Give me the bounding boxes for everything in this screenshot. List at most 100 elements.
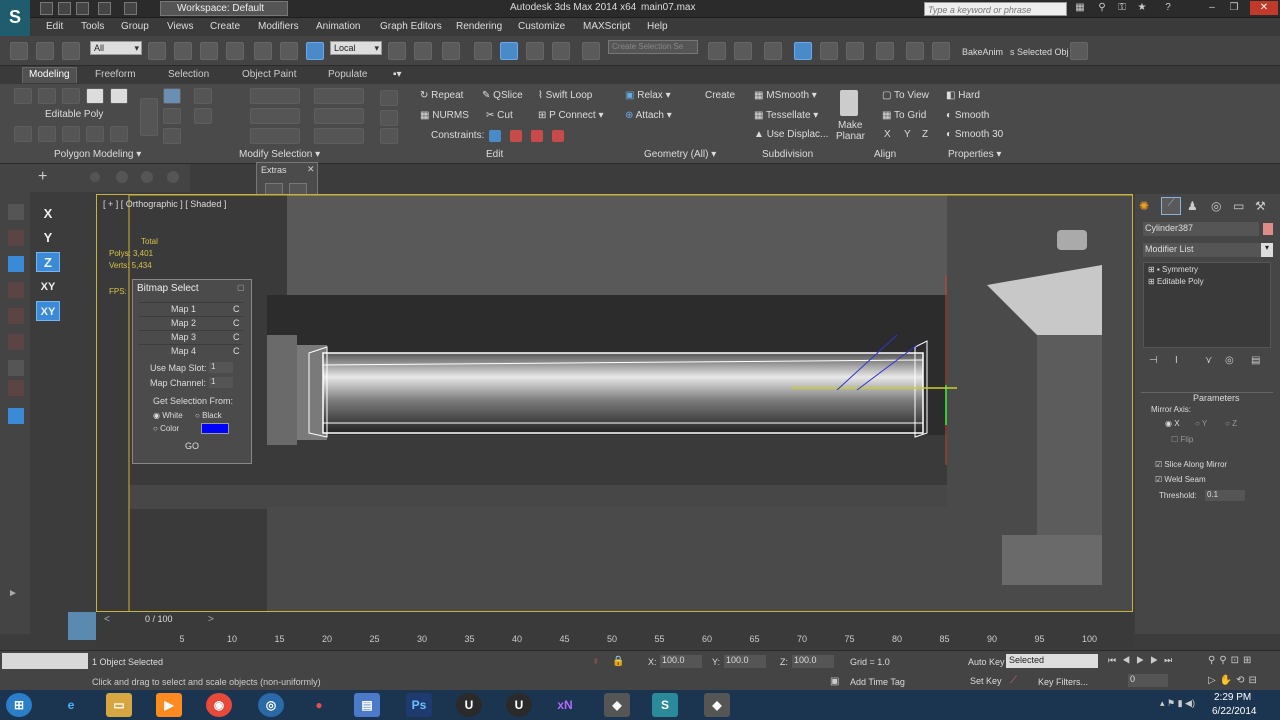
hierarchy-tab-icon[interactable]: ♟ — [1187, 199, 1198, 213]
close-icon[interactable]: ✕ — [1250, 1, 1278, 15]
viewport-nav-controls-2[interactable]: ▷✋⟲⊟ — [1208, 675, 1261, 686]
start-button-icon[interactable]: ⊞ — [6, 693, 32, 717]
time-tag-icon[interactable]: ▣ — [830, 676, 839, 687]
maxscript-listener[interactable] — [2, 653, 88, 669]
snap-dot-2-icon[interactable] — [116, 171, 128, 183]
properties-panel-title[interactable]: Properties ▾ — [948, 149, 1001, 160]
axis-x-radio[interactable]: ◉ X — [1165, 419, 1180, 428]
time-slider-frame[interactable]: 0 / 100 — [145, 614, 173, 624]
graphite-ribbon-icon[interactable] — [794, 42, 812, 60]
internet-explorer-icon[interactable]: e — [58, 693, 84, 717]
modeling-tool-3-icon[interactable] — [62, 126, 80, 142]
pivot-center-icon[interactable] — [388, 42, 406, 60]
map-1-row[interactable]: Map 1 C — [139, 302, 243, 315]
cut-button[interactable]: ✂ Cut — [486, 110, 513, 121]
pin-stack-icon[interactable] — [163, 128, 181, 144]
map-4-row[interactable]: Map 4 C — [139, 344, 243, 357]
save-file-icon[interactable] — [76, 2, 89, 15]
app-red-icon[interactable]: ● — [306, 693, 332, 717]
make-planar-icon[interactable] — [840, 90, 858, 116]
menu-customize[interactable]: Customize — [518, 21, 565, 32]
schematic-view-icon[interactable] — [846, 42, 864, 60]
dot-gap-icon[interactable] — [314, 128, 364, 144]
edit-extra-icon[interactable] — [380, 128, 398, 144]
smooth30-button[interactable]: ◐ Smooth 30 — [946, 129, 1003, 140]
object-color-swatch[interactable] — [1263, 223, 1273, 235]
msmooth-button[interactable]: ▦ MSmooth ▾ — [754, 90, 817, 101]
tool-magnet-3-icon[interactable] — [8, 308, 24, 324]
modeling-tool-5-icon[interactable] — [110, 126, 128, 142]
preserve-uvs-icon[interactable] — [380, 90, 398, 106]
favorites-icon[interactable]: ★ — [1134, 1, 1150, 15]
to-view-button[interactable]: ▢ To View — [882, 90, 929, 101]
utilities-tab-icon[interactable]: ⚒ — [1255, 199, 1266, 213]
hard-button[interactable]: ◧ Hard — [946, 90, 980, 101]
extras-close-icon[interactable]: ✕ — [307, 164, 315, 175]
nurms-button[interactable]: ▦ NURMS — [420, 110, 469, 121]
tool-brush-icon[interactable] — [8, 360, 24, 376]
edit-panel-title[interactable]: Edit — [486, 149, 503, 160]
motion-tab-icon[interactable]: ◎ — [1211, 199, 1221, 213]
relax-button[interactable]: ▣ Relax ▾ — [625, 90, 671, 101]
axis-y-radio[interactable]: ○ Y — [1195, 419, 1207, 428]
auto-key-button[interactable]: Auto Key — [968, 657, 1005, 667]
constraint-edge-icon[interactable] — [510, 130, 522, 142]
map-3-clear-button[interactable]: C — [233, 332, 240, 342]
snap-dot-4-icon[interactable] — [167, 171, 179, 183]
app-grey-icon[interactable]: ◆ — [604, 693, 630, 717]
remove-modifier-icon[interactable]: ◎ — [1225, 355, 1234, 366]
vertex-mode-icon[interactable] — [14, 88, 32, 104]
search-input[interactable]: Type a keyword or phrase — [924, 2, 1067, 16]
display-tab-icon[interactable]: ▭ — [1233, 199, 1244, 213]
tab-object-paint[interactable]: Object Paint — [242, 69, 296, 80]
mirror-icon[interactable] — [708, 42, 726, 60]
selection-set-input[interactable]: Create Selection Se — [608, 40, 698, 54]
chrome-icon[interactable]: ◉ — [206, 693, 232, 717]
curve-editor-icon[interactable] — [820, 42, 838, 60]
selected-obj-label[interactable]: s Selected Obj — [1010, 47, 1069, 57]
bitmap-select-close-icon[interactable]: ▢ — [237, 283, 245, 292]
constraint-normal-icon[interactable] — [552, 130, 564, 142]
viewport-nav-controls[interactable]: ⚲⚲⊡⊞ — [1208, 655, 1255, 666]
time-next-icon[interactable]: > — [208, 614, 214, 625]
media-player-icon[interactable]: ▶ — [156, 693, 182, 717]
select-object-icon[interactable] — [148, 42, 166, 60]
unreal-engine-2-icon[interactable]: U — [506, 693, 532, 717]
x-field[interactable]: 100.0 — [660, 655, 702, 668]
tool-magnet-4-icon[interactable] — [8, 334, 24, 350]
edge-mode-icon[interactable] — [38, 88, 56, 104]
step-loop-icon[interactable] — [250, 128, 300, 144]
stack-tool-icon[interactable] — [140, 98, 158, 136]
bake-anim-label[interactable]: BakeAnim — [962, 47, 1003, 57]
file-explorer-icon[interactable]: ▭ — [106, 693, 132, 717]
use-displacement-button[interactable]: ▲ Use Displac... — [754, 129, 828, 140]
p-connect-button[interactable]: ⊞ P Connect ▾ — [538, 110, 604, 121]
ring-icon[interactable] — [250, 108, 300, 124]
set-key-icon[interactable]: ⟋ — [1010, 675, 1017, 686]
stack-item-editable-poly[interactable]: ⊞ Editable Poly — [1148, 277, 1204, 286]
render-setup-icon[interactable] — [906, 42, 924, 60]
render-frame-icon[interactable] — [932, 42, 950, 60]
keyboard-override-icon[interactable] — [442, 42, 460, 60]
polygon-mode-icon[interactable] — [86, 88, 104, 104]
dot-ring-icon[interactable] — [314, 108, 364, 124]
tab-freeform[interactable]: Freeform — [95, 69, 136, 80]
swift-loop-button[interactable]: ⌇ Swift Loop — [538, 90, 592, 101]
align-y-button[interactable]: Y — [904, 129, 911, 140]
modeling-tool-1-icon[interactable] — [14, 126, 32, 142]
make-label[interactable]: Make — [838, 120, 862, 131]
slice-along-mirror-checkbox[interactable]: ☑ Slice Along Mirror — [1155, 460, 1227, 469]
restore-icon[interactable]: ❐ — [1226, 1, 1242, 15]
constraint-none-icon[interactable] — [489, 130, 501, 142]
play-arrow-icon[interactable]: ► — [8, 588, 18, 599]
link-icon[interactable] — [10, 42, 28, 60]
smooth-button[interactable]: ◐ Smooth — [946, 110, 989, 121]
ref-coord-dropdown[interactable]: Local — [330, 41, 382, 55]
loop-icon[interactable] — [250, 88, 300, 104]
color-radio[interactable]: ○ Color — [153, 424, 179, 433]
attach-button[interactable]: ⊕ Attach ▾ — [625, 110, 672, 121]
object-name-field[interactable]: Cylinder387 — [1143, 222, 1259, 236]
redo-icon[interactable] — [124, 2, 137, 15]
axis-y-button[interactable]: Y — [36, 228, 60, 248]
axis-z-button[interactable]: Z — [36, 252, 60, 272]
